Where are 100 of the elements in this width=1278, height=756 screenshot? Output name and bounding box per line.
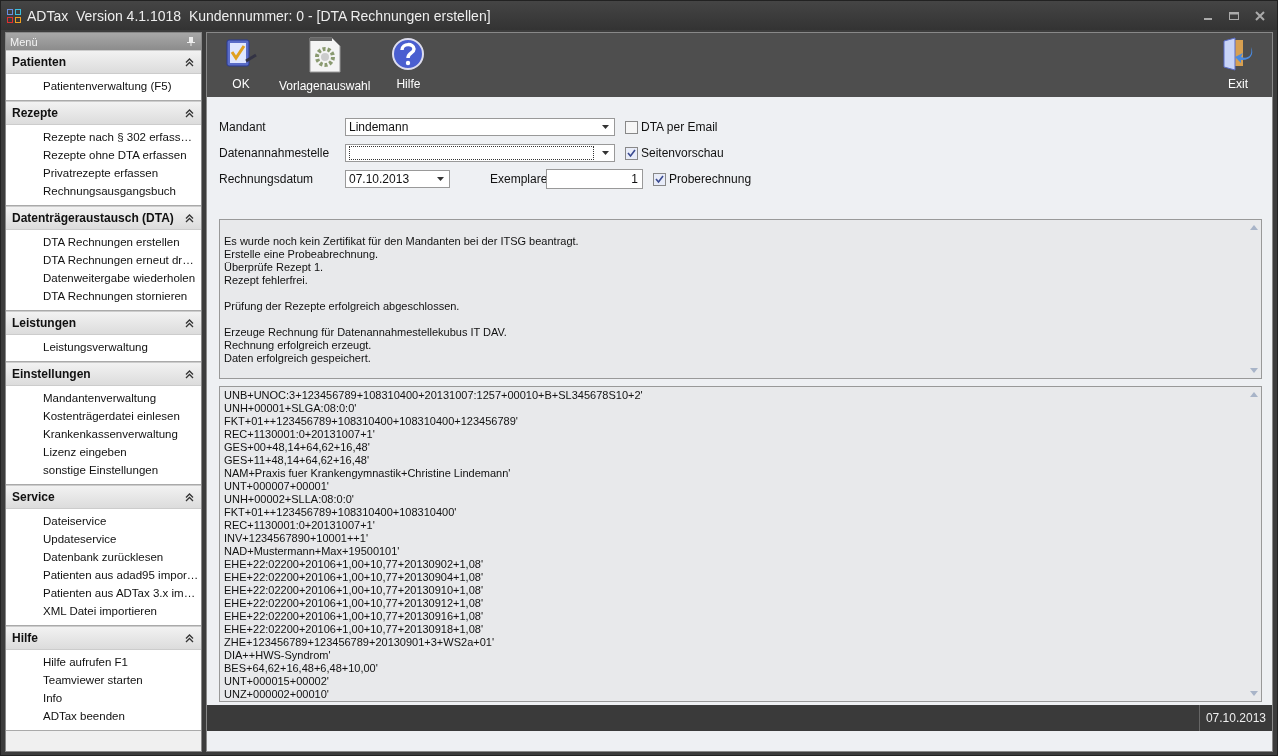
collapse-chevron-icon[interactable]	[185, 213, 194, 223]
section-header[interactable]: Datenträgeraustausch (DTA)	[6, 206, 201, 230]
collapse-chevron-icon[interactable]	[185, 633, 194, 643]
sidebar-item[interactable]: Privatrezepte erfassen	[6, 164, 201, 182]
checkmark-icon	[655, 174, 664, 184]
sidebar-item[interactable]: Patienten aus adad95 impor…	[6, 566, 201, 584]
checkbox[interactable]: DTA per Email	[625, 120, 718, 134]
collapse-chevron-icon[interactable]	[185, 369, 194, 379]
close-icon[interactable]	[1255, 10, 1265, 21]
log-line: Erstelle eine Probeabrechnung.	[224, 248, 380, 261]
pin-icon[interactable]	[187, 37, 195, 46]
section-header[interactable]: Rezepte	[6, 101, 201, 125]
edi-line: UNT+000015+00002'	[224, 675, 330, 688]
checkbox[interactable]: Seitenvorschau	[625, 146, 724, 160]
sidebar-item[interactable]: Rezepte ohne DTA erfassen	[6, 146, 201, 164]
edi-line: GES+00+48,14+64,62+16,48'	[224, 441, 371, 454]
edi-line: BES+64,62+16,48+6,48+10,00'	[224, 662, 379, 675]
edi-line: INV+1234567890+10001++1'	[224, 532, 369, 545]
section-header[interactable]: Hilfe	[6, 626, 201, 650]
sidebar-item[interactable]: Rechnungsausgangsbuch	[6, 182, 201, 200]
edi-line: EHE+22:02200+20106+1,00+10,77+20130912+1,08'	[224, 597, 484, 610]
edi-line: UNT+000007+00001'	[224, 480, 330, 493]
edi-line: EHE+22:02200+20106+1,00+10,77+20130904+1,08'	[224, 571, 484, 584]
edi-line: UNB+UNOC:3+123456789+108310400+20131007:1257+00010+B+SL345678S10+2'	[224, 389, 644, 402]
sidebar-item[interactable]: Patienten aus ADTax 3.x im…	[6, 584, 201, 602]
edi-line: UNH+00001+SLGA:08:0:0'	[224, 402, 358, 415]
datenannahmestelle-dropdown[interactable]	[345, 144, 615, 162]
sidebar-item[interactable]: Patientenverwaltung (F5)	[6, 77, 201, 95]
sidebar-item[interactable]: XML Datei importieren	[6, 602, 201, 620]
edi-line: DIA++HWS-Syndrom'	[224, 649, 332, 662]
log-line: Daten erfolgreich gespeichert.	[224, 352, 372, 365]
sidebar-item[interactable]: DTA Rechnungen erstellen	[6, 233, 201, 251]
menu-title: Menü	[10, 35, 38, 48]
sidebar-item[interactable]: Updateservice	[6, 530, 201, 548]
toolbar-button[interactable]: OK	[217, 35, 265, 93]
log-line: Erzeuge Rechnung für Datenannahmestellekubus IT DAV.	[224, 326, 508, 339]
dropdown-caret-icon	[602, 125, 609, 129]
section-header[interactable]: Einstellungen	[6, 362, 201, 386]
edi-line: UNZ+000002+00010'	[224, 688, 330, 701]
collapse-chevron-icon[interactable]	[185, 318, 194, 328]
sidebar-item[interactable]: Hilfe aufrufen F1	[6, 653, 201, 671]
edi-line: REC+1130001:0+20131007+1'	[224, 428, 376, 441]
edi-line: EHE+22:02200+20106+1,00+10,77+20130918+1,08'	[224, 623, 484, 636]
section-header[interactable]: Patienten	[6, 50, 201, 74]
sidebar-item[interactable]: Kostenträgerdatei einlesen	[6, 407, 201, 425]
door-icon	[1221, 37, 1255, 71]
collapse-chevron-icon[interactable]	[185, 57, 194, 67]
sidebar-item[interactable]: ADTax beenden	[6, 707, 201, 725]
window-title: ADTax Version 4.1.1018 Kundennummer: 0 - [DTA Rechnungen erstellen]	[27, 7, 491, 24]
sidebar-item[interactable]: Mandantenverwaltung	[6, 389, 201, 407]
edi-line: FKT+01++123456789+108310400+108310400+123456789'	[224, 415, 519, 428]
date-picker[interactable]: 07.10.2013	[345, 170, 450, 188]
section-title: Einstellungen	[12, 367, 91, 381]
collapse-chevron-icon[interactable]	[185, 108, 194, 118]
toolbar-button[interactable]: Vorlagenauswahl	[273, 35, 377, 95]
checkmark-icon	[627, 148, 636, 158]
log-line: Prüfung der Rezepte erfolgreich abgeschlossen.	[224, 300, 461, 313]
collapse-chevron-icon[interactable]	[185, 492, 194, 502]
sidebar-item[interactable]: DTA Rechnungen erneut dr…	[6, 251, 201, 269]
sidebar-item[interactable]: DTA Rechnungen stornieren	[6, 287, 201, 305]
edi-line: UNH+00002+SLLA:08:0:0'	[224, 493, 355, 506]
section-title: Hilfe	[12, 631, 38, 645]
sidebar-item[interactable]: Lizenz eingeben	[6, 443, 201, 461]
sidebar-item[interactable]: Info	[6, 689, 201, 707]
sidebar-item[interactable]: Rezepte nach § 302 erfass…	[6, 128, 201, 146]
sidebar-item[interactable]: sonstige Einstellungen	[6, 461, 201, 479]
edi-line: EHE+22:02200+20106+1,00+10,77+20130910+1,08'	[224, 584, 484, 597]
exemplare-label: Exemplare	[490, 172, 546, 186]
log-line: Rechnung erfolgreich erzeugt.	[224, 339, 373, 352]
section-title: Patienten	[12, 55, 66, 69]
edi-line: REC+1130001:0+20131007+1'	[224, 519, 376, 532]
sidebar-item[interactable]: Leistungsverwaltung	[6, 338, 201, 356]
dropdown-caret-icon	[437, 177, 444, 181]
section-header[interactable]: Service	[6, 485, 201, 509]
edi-line: EHE+22:02200+20106+1,00+10,77+20130916+1,08'	[224, 610, 484, 623]
section-header[interactable]: Leistungen	[6, 311, 201, 335]
log-line: Es wurde noch kein Zertifikat für den Mandanten bei der ITSG beantragt.	[224, 235, 580, 248]
log-line: Überprüfe Rezept 1.	[224, 261, 325, 274]
mandant-dropdown[interactable]: Lindemann	[345, 118, 615, 136]
sidebar-item[interactable]: Dateiservice	[6, 512, 201, 530]
log-line: Rezept fehlerfrei.	[224, 274, 309, 287]
gear-document-icon	[307, 37, 342, 73]
exit-button[interactable]: Exit	[1214, 35, 1262, 93]
toolbar-button[interactable]: Hilfe	[384, 35, 433, 93]
sidebar-item[interactable]: Datenbank zurücklesen	[6, 548, 201, 566]
mandant-label: Mandant	[219, 120, 267, 134]
edi-line: GES+11+48,14+64,62+16,48'	[224, 454, 371, 467]
app-logo-icon	[7, 8, 21, 23]
edi-line: ZHE+123456789+123456789+20130901+3+WS2a+01'	[224, 636, 495, 649]
dropdown-caret-icon	[602, 151, 609, 155]
exemplare-field[interactable]: 1	[546, 169, 643, 189]
section-title: Datenträgeraustausch (DTA)	[12, 211, 174, 225]
sidebar-item[interactable]: Krankenkassenverwaltung	[6, 425, 201, 443]
sidebar-item[interactable]: Teamviewer starten	[6, 671, 201, 689]
edi-line: EHE+22:02200+20106+1,00+10,77+20130902+1,08'	[224, 558, 484, 571]
checkbox[interactable]: Proberechnung	[653, 172, 752, 186]
section-title: Service	[12, 490, 55, 504]
sidebar-item[interactable]: Datenweitergabe wiederholen	[6, 269, 201, 287]
maximize-icon[interactable]	[1229, 10, 1239, 21]
edi-line: NAM+Praxis fuer Krankengymnastik+Christine Lindemann'	[224, 467, 512, 480]
